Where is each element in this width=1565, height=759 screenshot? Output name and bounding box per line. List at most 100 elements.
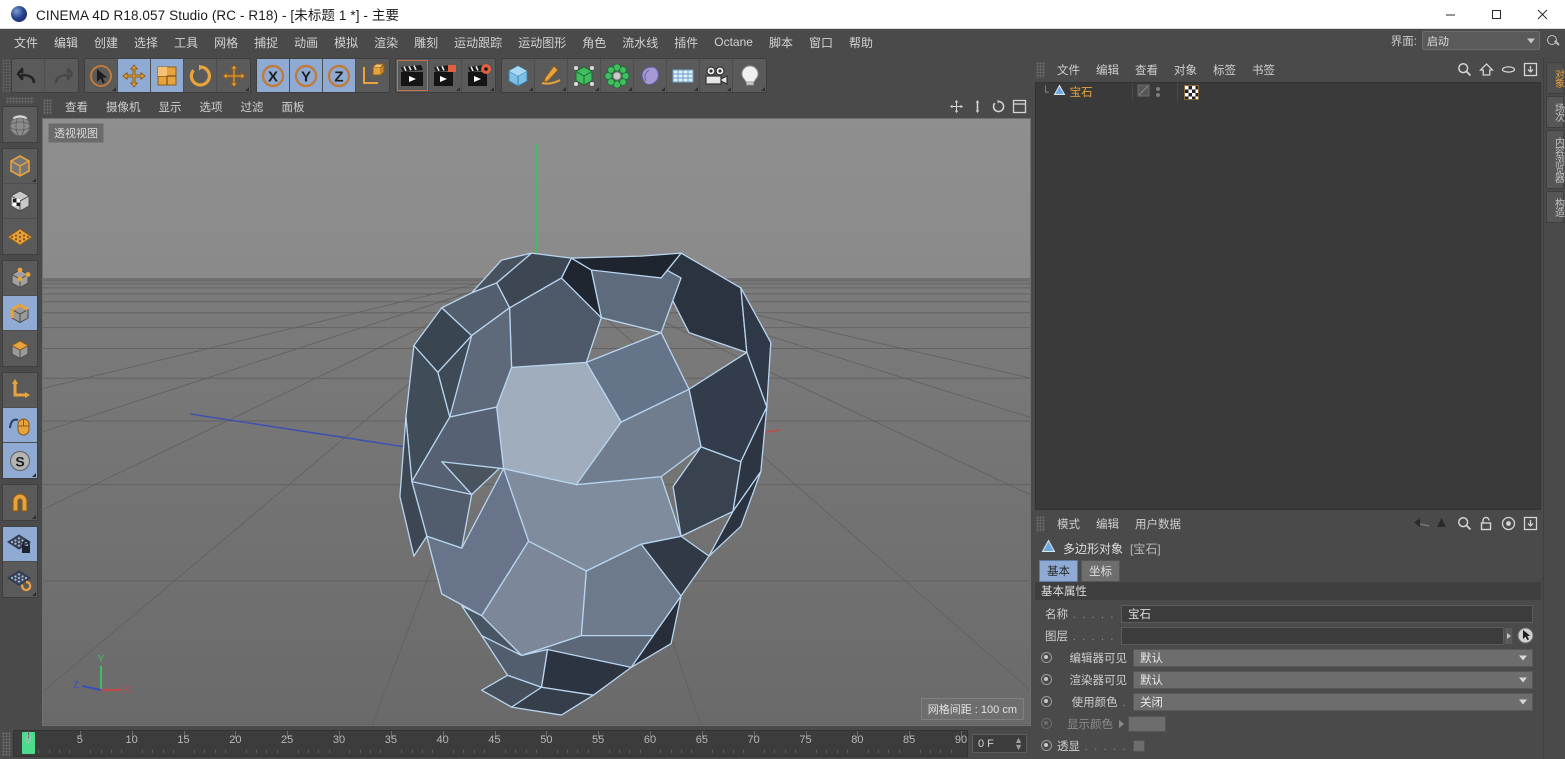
tool-options-corner[interactable] [727, 87, 731, 91]
menu-window[interactable]: 窗口 [801, 31, 841, 54]
tool-options-corner[interactable] [661, 87, 665, 91]
menu-create[interactable]: 创建 [86, 31, 126, 54]
tab-coordinates[interactable]: 坐标 [1081, 560, 1120, 582]
minimize-button[interactable] [1427, 0, 1473, 29]
om-menu-edit[interactable]: 编辑 [1088, 60, 1127, 80]
home-icon[interactable] [1478, 62, 1495, 77]
move-tool-button[interactable] [118, 59, 151, 92]
viewport-menu-options[interactable]: 选项 [191, 97, 232, 117]
tool-options-corner[interactable] [32, 178, 36, 182]
om-menu-view[interactable]: 查看 [1127, 60, 1166, 80]
render-visibility-dot[interactable] [1156, 93, 1160, 97]
viewport-menu-camera[interactable]: 摄像机 [97, 97, 150, 117]
current-frame-field[interactable]: 0 F ▲ ▼ [972, 734, 1027, 753]
editor-visibility-radio-icon[interactable] [1041, 652, 1052, 663]
lock-y-axis-button[interactable]: Y [290, 59, 323, 92]
side-tab-structure[interactable]: 构造 [1545, 191, 1564, 223]
name-input[interactable]: 宝石 [1121, 604, 1533, 623]
close-button[interactable] [1519, 0, 1565, 29]
render-view-button[interactable] [396, 59, 429, 92]
lock-z-axis-button[interactable]: Z [323, 59, 356, 92]
viewport-menu-display[interactable]: 显示 [150, 97, 191, 117]
scale-tool-button[interactable] [151, 59, 184, 92]
xray-radio-icon[interactable] [1041, 740, 1052, 751]
am-menu-edit[interactable]: 编辑 [1088, 514, 1127, 534]
texture-mode-button[interactable] [3, 184, 37, 219]
attribute-manager-grip[interactable] [1036, 516, 1045, 532]
workplane-mode-button[interactable] [3, 219, 37, 254]
maximize-view-icon[interactable] [1012, 99, 1027, 114]
add-camera-button[interactable] [700, 59, 733, 92]
lock-workplane-button[interactable] [3, 527, 37, 562]
tab-basic[interactable]: 基本 [1039, 560, 1078, 582]
object-manager-grip[interactable] [1036, 62, 1045, 78]
viewport-menu-filter[interactable]: 过滤 [232, 97, 273, 117]
menu-mesh[interactable]: 网格 [206, 31, 246, 54]
display-color-swatch[interactable] [1128, 715, 1166, 732]
undo-button[interactable] [12, 59, 45, 92]
back-arrow-icon[interactable] [1413, 516, 1430, 531]
side-tab-objects[interactable]: 对象 [1545, 62, 1564, 94]
editor-visibility-dropdown[interactable]: 默认 [1133, 648, 1533, 667]
tool-options-corner[interactable] [245, 87, 249, 91]
rotate-tool-button[interactable] [184, 59, 217, 92]
up-arrow-icon[interactable] [1435, 516, 1450, 531]
side-tab-takes[interactable]: 场次 [1545, 96, 1564, 128]
tool-options-corner[interactable] [32, 592, 36, 596]
am-menu-mode[interactable]: 模式 [1049, 514, 1088, 534]
menu-octane[interactable]: Octane [706, 32, 761, 52]
render-visibility-dropdown[interactable]: 默认 [1133, 670, 1533, 689]
display-color-expand-icon[interactable] [1119, 719, 1124, 728]
object-editor-dot[interactable] [1137, 84, 1150, 100]
ellipse-icon[interactable] [1501, 62, 1516, 77]
use-color-radio-icon[interactable] [1041, 696, 1052, 707]
rotate-view-icon[interactable] [991, 99, 1006, 114]
search-icon[interactable] [1457, 516, 1472, 531]
lock-x-axis-button[interactable]: X [257, 59, 290, 92]
snap-settings-button[interactable]: S [3, 443, 37, 478]
add-light-button[interactable] [733, 59, 766, 92]
menu-pipeline[interactable]: 流水线 [614, 31, 666, 54]
am-menu-userdata[interactable]: 用户数据 [1127, 514, 1189, 534]
object-row-gemstone[interactable]: └ 宝石 [1036, 83, 1540, 101]
tool-options-corner[interactable] [529, 87, 533, 91]
menu-select[interactable]: 选择 [126, 31, 166, 54]
search-icon[interactable] [1545, 33, 1561, 49]
om-menu-tags[interactable]: 标签 [1205, 60, 1244, 80]
side-tab-content-browser[interactable]: 内容浏览器 [1545, 130, 1564, 189]
menu-mograph[interactable]: 运动图形 [510, 31, 574, 54]
editor-visibility-dot[interactable] [1156, 87, 1160, 91]
maximize-button[interactable] [1473, 0, 1519, 29]
layout-icon[interactable] [1523, 516, 1538, 531]
menu-help[interactable]: 帮助 [841, 31, 881, 54]
add-generator-button[interactable] [568, 59, 601, 92]
om-menu-bookmarks[interactable]: 书签 [1244, 60, 1283, 80]
add-spline-button[interactable] [535, 59, 568, 92]
move-view-icon[interactable] [949, 99, 964, 114]
add-scene-object-button[interactable] [634, 59, 667, 92]
scale-view-icon[interactable] [970, 99, 985, 114]
menu-tools[interactable]: 工具 [166, 31, 206, 54]
xray-checkbox[interactable] [1133, 739, 1145, 752]
tool-options-corner[interactable] [595, 87, 599, 91]
planar-workplane-button[interactable] [3, 562, 37, 597]
menu-snap[interactable]: 捕捉 [246, 31, 286, 54]
left-toolbar-grip[interactable] [6, 97, 34, 104]
edges-mode-button[interactable] [3, 296, 37, 331]
om-menu-file[interactable]: 文件 [1049, 60, 1088, 80]
render-visibility-radio-icon[interactable] [1041, 674, 1052, 685]
lock-icon[interactable] [1479, 516, 1494, 531]
live-selection-button[interactable] [85, 59, 118, 92]
tool-options-corner[interactable] [112, 87, 116, 91]
redo-button[interactable] [45, 59, 78, 92]
use-color-dropdown[interactable]: 关闭 [1133, 692, 1533, 711]
om-menu-objects[interactable]: 对象 [1166, 60, 1205, 80]
enable-axis-modification-button[interactable] [3, 373, 37, 408]
tool-options-corner[interactable] [761, 87, 765, 91]
timeline-grip[interactable] [2, 731, 11, 756]
toolbar-grip[interactable] [2, 58, 11, 93]
tool-options-corner[interactable] [490, 87, 494, 91]
add-mograph-button[interactable] [667, 59, 700, 92]
tool-options-corner[interactable] [456, 87, 460, 91]
frame-stepper-icon[interactable]: ▲ ▼ [1014, 735, 1023, 751]
